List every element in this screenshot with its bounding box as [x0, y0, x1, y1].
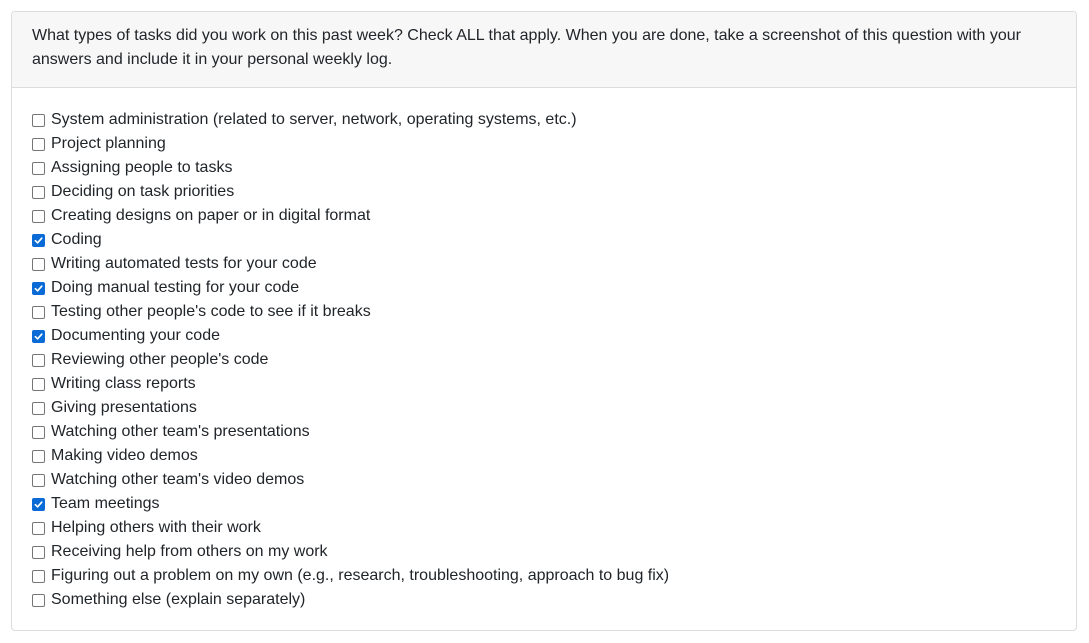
task-option-label[interactable]: Watching other team's presentations	[51, 420, 310, 444]
task-option-label[interactable]: Doing manual testing for your code	[51, 276, 299, 300]
task-option-label[interactable]: Giving presentations	[51, 396, 197, 420]
task-option-label[interactable]: Watching other team's video demos	[51, 468, 304, 492]
checkbox-checked[interactable]	[32, 281, 45, 295]
checkmark-icon	[34, 284, 43, 292]
checkbox-unchecked[interactable]	[32, 449, 45, 463]
checkmark-icon	[34, 236, 43, 244]
task-option-label[interactable]: Writing automated tests for your code	[51, 252, 317, 276]
checkbox-unchecked[interactable]	[32, 401, 45, 415]
task-option[interactable]: Testing other people's code to see if it…	[32, 300, 1056, 324]
checkbox-unchecked[interactable]	[32, 377, 45, 391]
task-option[interactable]: Documenting your code	[32, 324, 1056, 348]
task-option-label[interactable]: Assigning people to tasks	[51, 156, 232, 180]
checkbox-unchecked[interactable]	[32, 161, 45, 175]
checkbox-unchecked[interactable]	[32, 353, 45, 367]
task-option-label[interactable]: Project planning	[51, 132, 166, 156]
task-option[interactable]: Writing class reports	[32, 372, 1056, 396]
checkbox-checked[interactable]	[32, 497, 45, 511]
checkbox-unchecked[interactable]	[32, 305, 45, 319]
checkbox-unchecked[interactable]	[32, 257, 45, 271]
checkbox-unchecked[interactable]	[32, 137, 45, 151]
task-option[interactable]: Something else (explain separately)	[32, 588, 1056, 612]
checkbox-unchecked[interactable]	[32, 545, 45, 559]
task-option[interactable]: Deciding on task priorities	[32, 180, 1056, 204]
checkbox-unchecked[interactable]	[32, 209, 45, 223]
task-option[interactable]: Receiving help from others on my work	[32, 540, 1056, 564]
task-option-label[interactable]: Receiving help from others on my work	[51, 540, 328, 564]
task-option[interactable]: Making video demos	[32, 444, 1056, 468]
question-text: What types of tasks did you work on this…	[32, 27, 1021, 68]
task-option-label[interactable]: Making video demos	[51, 444, 198, 468]
task-option[interactable]: Writing automated tests for your code	[32, 252, 1056, 276]
checkmark-icon	[34, 500, 43, 508]
checkbox-unchecked[interactable]	[32, 113, 45, 127]
task-option-label[interactable]: Creating designs on paper or in digital …	[51, 204, 370, 228]
checkbox-checked[interactable]	[32, 233, 45, 247]
task-option-label[interactable]: Reviewing other people's code	[51, 348, 268, 372]
checkbox-checked[interactable]	[32, 329, 45, 343]
checkbox-unchecked[interactable]	[32, 521, 45, 535]
checkbox-unchecked[interactable]	[32, 473, 45, 487]
task-option-label[interactable]: Coding	[51, 228, 102, 252]
task-option[interactable]: Watching other team's video demos	[32, 468, 1056, 492]
task-option[interactable]: Reviewing other people's code	[32, 348, 1056, 372]
task-option[interactable]: Giving presentations	[32, 396, 1056, 420]
task-option[interactable]: Watching other team's presentations	[32, 420, 1056, 444]
checkbox-unchecked[interactable]	[32, 425, 45, 439]
options-list: System administration (related to server…	[12, 88, 1076, 612]
task-option[interactable]: Doing manual testing for your code	[32, 276, 1056, 300]
task-option[interactable]: Assigning people to tasks	[32, 156, 1056, 180]
task-option[interactable]: Coding	[32, 228, 1056, 252]
task-option-label[interactable]: Documenting your code	[51, 324, 220, 348]
task-option-label[interactable]: Testing other people's code to see if it…	[51, 300, 371, 324]
task-option-label[interactable]: Something else (explain separately)	[51, 588, 305, 612]
task-option-label[interactable]: Writing class reports	[51, 372, 196, 396]
task-option-label[interactable]: Deciding on task priorities	[51, 180, 234, 204]
task-option-label[interactable]: System administration (related to server…	[51, 108, 577, 132]
checkbox-unchecked[interactable]	[32, 593, 45, 607]
checkbox-unchecked[interactable]	[32, 185, 45, 199]
checkbox-unchecked[interactable]	[32, 569, 45, 583]
task-option[interactable]: Figuring out a problem on my own (e.g., …	[32, 564, 1056, 588]
question-card: What types of tasks did you work on this…	[11, 11, 1077, 631]
checkmark-icon	[34, 332, 43, 340]
question-header: What types of tasks did you work on this…	[12, 12, 1076, 88]
task-option[interactable]: Creating designs on paper or in digital …	[32, 204, 1056, 228]
task-option-label[interactable]: Figuring out a problem on my own (e.g., …	[51, 564, 669, 588]
task-option[interactable]: Team meetings	[32, 492, 1056, 516]
task-option[interactable]: System administration (related to server…	[32, 108, 1056, 132]
task-option[interactable]: Project planning	[32, 132, 1056, 156]
task-option[interactable]: Helping others with their work	[32, 516, 1056, 540]
task-option-label[interactable]: Helping others with their work	[51, 516, 261, 540]
task-option-label[interactable]: Team meetings	[51, 492, 160, 516]
